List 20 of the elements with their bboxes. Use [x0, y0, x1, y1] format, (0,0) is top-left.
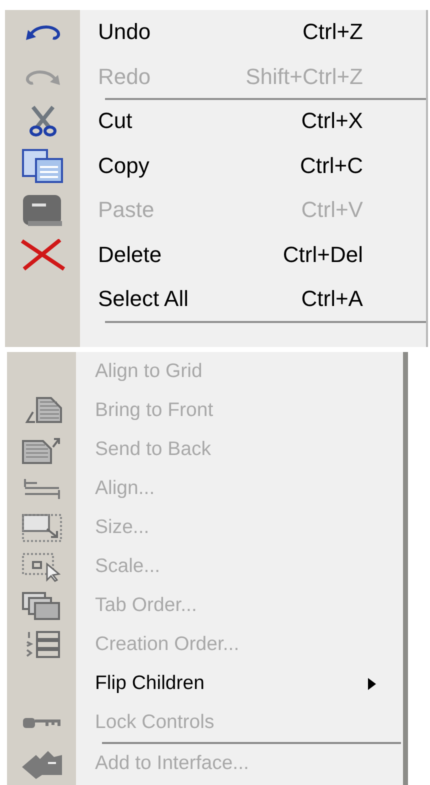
shortcut-label: Shift+Ctrl+Z	[246, 64, 363, 90]
windows-stack-icon	[20, 590, 62, 620]
scale-icon	[20, 552, 62, 582]
shortcut-label: Ctrl+V	[301, 197, 363, 224]
copy-icon	[22, 148, 64, 183]
menu-item[interactable]: Copy	[80, 152, 300, 179]
shortcut-label: Ctrl+Del	[282, 242, 363, 268]
resize-icon	[20, 512, 62, 542]
scissors-icon	[28, 105, 56, 138]
clipboard-icon	[22, 193, 64, 228]
menu-item[interactable]: Delete	[80, 242, 283, 268]
shortcut-label: Ctrl+X	[301, 108, 363, 134]
close-icon	[20, 238, 66, 271]
menu-item[interactable]: Undo	[80, 19, 302, 46]
menu-item[interactable]: Cut	[80, 108, 302, 134]
menu-item[interactable]: Flip Children	[76, 672, 368, 695]
shortcut-label: Ctrl+A	[301, 286, 363, 312]
shortcut-label: Ctrl+C	[300, 152, 363, 179]
shortcut-label: Ctrl+Z	[302, 19, 363, 46]
menu-item[interactable]: Select All	[80, 286, 302, 312]
